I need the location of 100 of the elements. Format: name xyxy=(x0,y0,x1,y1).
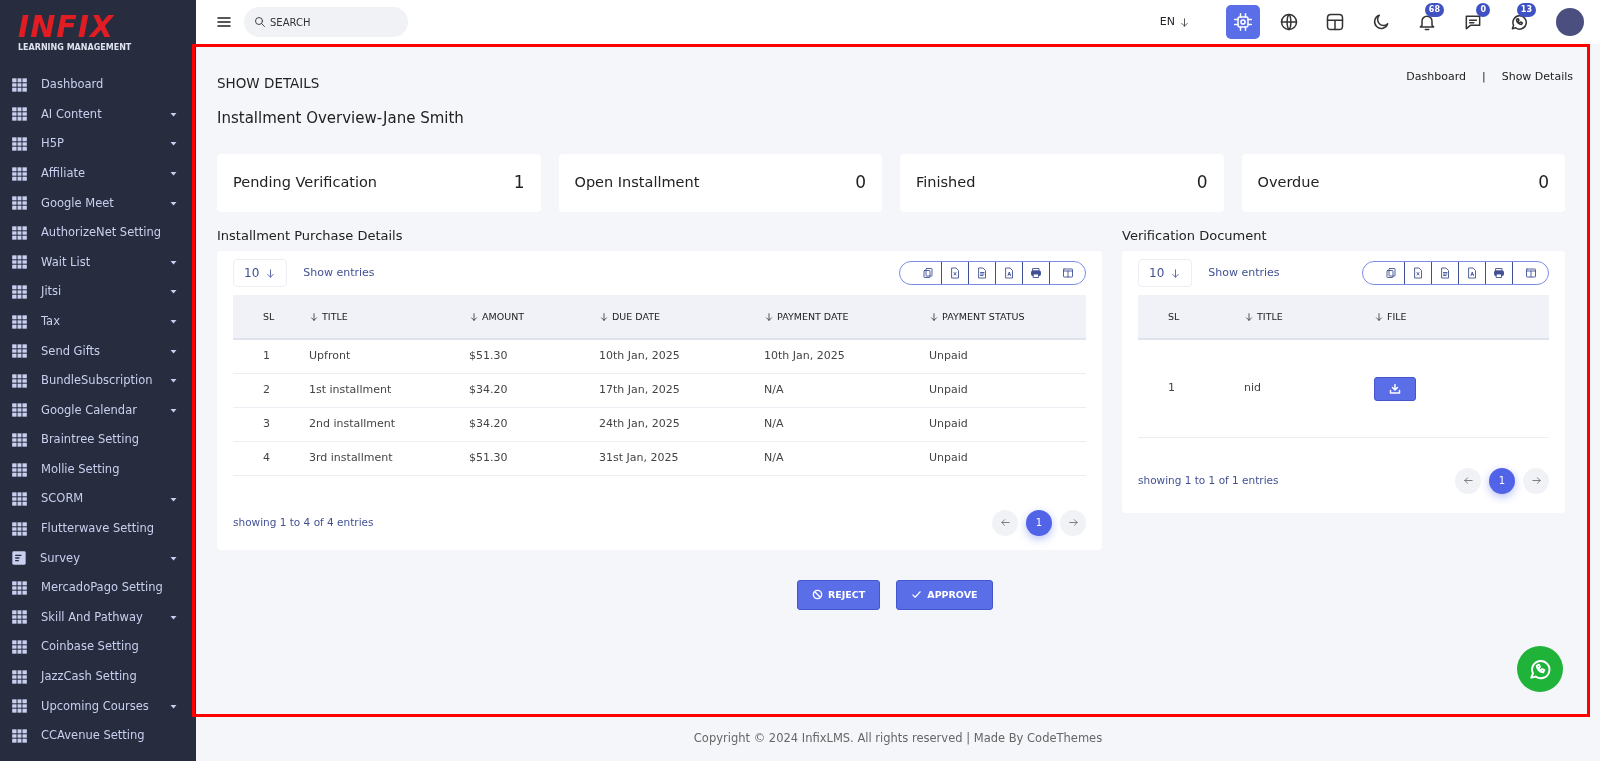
print-icon xyxy=(1493,267,1505,280)
pdf-file-icon xyxy=(1466,267,1478,280)
grid-icon xyxy=(11,579,28,596)
sidebar-item[interactable]: Skill And Pathway xyxy=(0,602,196,633)
sidebar-item[interactable]: Flutterwave Setting xyxy=(0,513,196,544)
sidebar-item[interactable]: JazzCash Setting xyxy=(0,661,196,692)
column-header[interactable]: PAYMENT DATE xyxy=(758,295,923,340)
sidebar-item[interactable]: Affiliate xyxy=(0,158,196,189)
section-title: Installment Purchase Details xyxy=(217,226,404,245)
table-cell: 3 xyxy=(233,407,303,442)
sidebar-item[interactable]: AuthorizeNet Setting xyxy=(0,217,196,248)
sidebar-item[interactable]: Braintree Setting xyxy=(0,425,196,455)
notification-badge: 13 xyxy=(1516,3,1536,17)
sidebar-item[interactable]: Coinbase Setting xyxy=(0,632,196,662)
language-selector[interactable]: EN xyxy=(1151,9,1198,35)
chip-icon xyxy=(1233,12,1253,32)
pdf-file-icon xyxy=(1003,267,1015,280)
grid-icon xyxy=(11,668,28,685)
column-header[interactable]: TITLE xyxy=(1238,295,1368,340)
phone-chat-icon xyxy=(1509,12,1529,32)
column-header[interactable]: DUE DATE xyxy=(593,295,758,340)
logo-tagline: LEARNING MANAGEMENT xyxy=(18,42,132,54)
search-icon xyxy=(254,16,266,28)
copy-icon xyxy=(1384,267,1397,280)
table-cell: $34.20 xyxy=(463,373,593,408)
table-cell: Unpaid xyxy=(923,339,1086,374)
page-heading: Installment Overview-Jane Smith xyxy=(217,108,465,130)
column-header[interactable]: SL xyxy=(1138,295,1238,340)
sidebar-item[interactable]: SCORM xyxy=(0,484,196,514)
arrow-right-icon xyxy=(1530,475,1542,487)
sidebar-item[interactable]: H5P xyxy=(0,129,196,159)
table-cell: 24th Jan, 2025 xyxy=(593,407,758,442)
column-header[interactable]: TITLE xyxy=(303,295,463,340)
table-cell: 3rd installment xyxy=(303,441,463,476)
sidebar-item[interactable]: CCAvenue Setting xyxy=(0,721,196,751)
table-cell: 1 xyxy=(1138,339,1238,438)
breadcrumb-link[interactable]: Dashboard xyxy=(1406,69,1466,86)
column-header[interactable]: AMOUNT xyxy=(463,295,593,340)
sidebar-item[interactable]: Upcoming Courses xyxy=(0,691,196,722)
csv-file-icon xyxy=(976,267,988,280)
copyright-text: Copyright © 2024 InfixLMS. All rights reserved | Made By CodeThemes xyxy=(693,730,1103,748)
grid-icon xyxy=(11,609,28,626)
sidebar-item[interactable]: Send Gifts xyxy=(0,336,196,366)
table-cell: Upfront xyxy=(303,339,463,374)
download-button[interactable] xyxy=(1374,376,1416,401)
grid-icon xyxy=(11,106,28,123)
arrow-left-icon xyxy=(999,517,1011,529)
layout-icon xyxy=(1325,12,1345,32)
arrow-right-icon xyxy=(1067,517,1079,529)
excel-file-icon xyxy=(1412,267,1424,280)
column-header[interactable]: FILE xyxy=(1368,295,1549,340)
grid-icon xyxy=(11,491,28,508)
avatar[interactable] xyxy=(1556,8,1584,36)
grid-icon xyxy=(11,727,28,744)
phone-chat-button[interactable]: 13 xyxy=(1502,5,1536,39)
print-icon xyxy=(1030,267,1042,280)
reject-button[interactable]: REJECT xyxy=(797,579,881,610)
sidebar-item[interactable]: Tax xyxy=(0,306,196,337)
page-button[interactable]: 1 xyxy=(1489,467,1515,494)
table-cell: 2nd installment xyxy=(303,407,463,442)
bell-button[interactable]: 68 xyxy=(1410,5,1444,39)
chat-bubble-button[interactable] xyxy=(1517,646,1563,692)
sidebar-item[interactable]: AI Content xyxy=(0,99,196,130)
stat-value: 0 xyxy=(1196,171,1208,194)
table-cell: 1st installment xyxy=(303,373,463,408)
chat-button[interactable]: 0 xyxy=(1456,5,1490,39)
column-header[interactable]: PAYMENT STATUS xyxy=(923,295,1086,340)
table-cell: N/A xyxy=(758,373,923,408)
column-header[interactable]: SL xyxy=(233,295,303,340)
sidebar-item[interactable]: Dashboard xyxy=(0,70,196,100)
stat-label: Pending Verification xyxy=(233,172,378,192)
page-size-select[interactable]: 10 xyxy=(233,259,288,288)
table-cell: 10th Jan, 2025 xyxy=(758,339,923,374)
grid-icon xyxy=(11,283,28,300)
table-cell: Unpaid xyxy=(923,407,1086,442)
columns-icon xyxy=(1524,267,1537,280)
page-button[interactable]: 1 xyxy=(1026,509,1052,536)
approve-button[interactable]: APPROVE xyxy=(896,579,993,610)
grid-icon xyxy=(11,136,28,152)
sidebar-item[interactable]: Survey xyxy=(0,543,196,574)
sidebar-item[interactable]: Jitsi xyxy=(0,277,196,307)
page-title: SHOW DETAILS xyxy=(217,74,320,93)
grid-icon xyxy=(11,313,28,330)
sidebar-item[interactable]: MercadoPago Setting xyxy=(0,573,196,603)
sidebar-item[interactable]: Google Calendar xyxy=(0,395,196,426)
show-entries-label: Show entries xyxy=(303,265,375,281)
sidebar-item[interactable]: Mollie Setting xyxy=(0,454,196,485)
grid-icon xyxy=(11,224,28,241)
stat-value: 0 xyxy=(1538,171,1549,194)
grid-icon xyxy=(11,254,28,271)
grid-icon xyxy=(11,372,28,389)
grid-icon xyxy=(11,698,28,715)
sidebar-item[interactable]: BundleSubscription xyxy=(0,365,196,396)
sidebar-item[interactable]: Wait List xyxy=(0,247,196,278)
sidebar-item[interactable]: Google Meet xyxy=(0,188,196,218)
page-size-select[interactable]: 10 xyxy=(1138,259,1193,288)
arrow-left-icon xyxy=(1462,475,1474,487)
search-field[interactable]: SEARCH xyxy=(244,7,408,37)
chip-button[interactable] xyxy=(1226,5,1260,39)
arrow-down-icon xyxy=(265,267,277,279)
